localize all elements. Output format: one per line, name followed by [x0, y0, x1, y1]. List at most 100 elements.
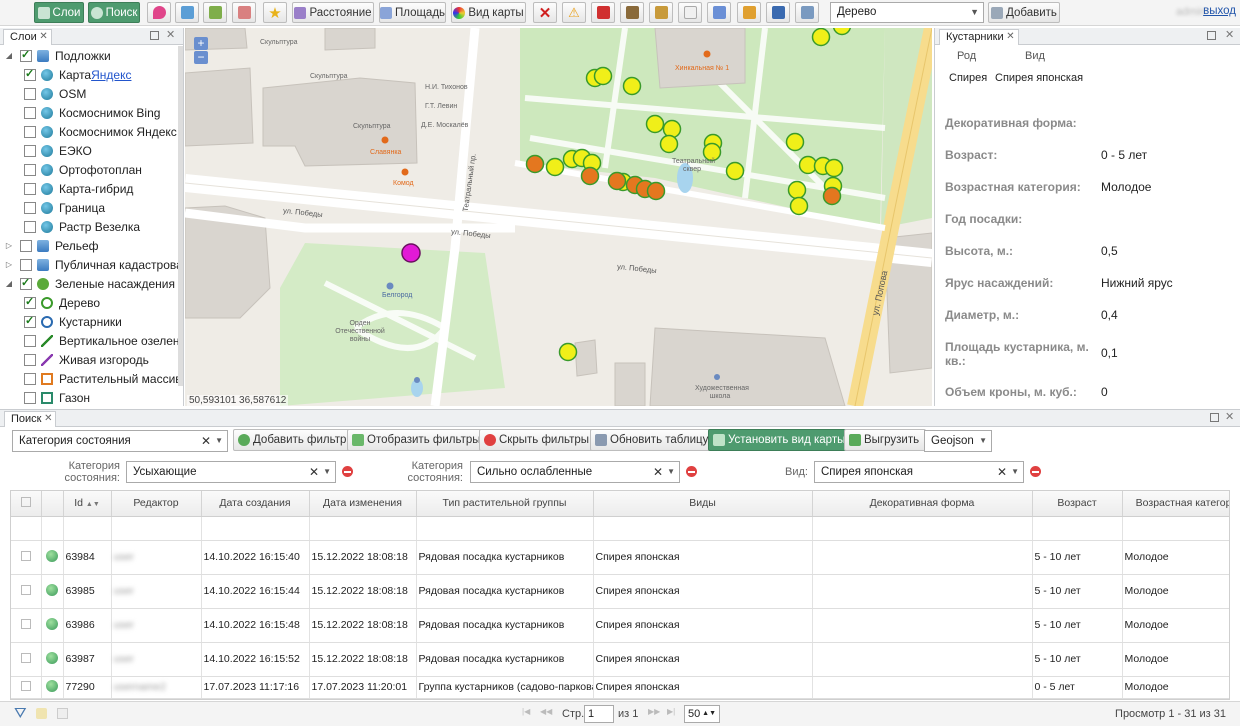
column-header-age-category[interactable]: Возрастная категори	[1122, 491, 1229, 517]
add-object-button[interactable]: Добавить	[988, 2, 1060, 23]
document-button[interactable]	[678, 2, 702, 23]
page-size-select[interactable]: 50 ▲▼	[684, 705, 720, 723]
table-row[interactable]: 77290 username2 17.07.2023 11:17:16 17.07.2…	[11, 676, 1229, 699]
maximize-icon[interactable]	[150, 31, 159, 40]
layer-link[interactable]: Яндекс	[91, 68, 131, 82]
shrub-marker-yellow[interactable]	[659, 134, 679, 154]
tab-layers[interactable]: Слои ✕	[3, 29, 52, 45]
warning-button[interactable]: ⚠	[562, 2, 586, 23]
row-select-cell[interactable]	[11, 540, 42, 575]
layer-item[interactable]: Вертикальное озелен	[0, 331, 180, 350]
add-filter-button[interactable]: Добавить фильтр	[233, 429, 354, 451]
expanded-arrow-icon[interactable]: ◢	[4, 279, 14, 288]
layer-checkbox[interactable]	[24, 106, 36, 119]
page-number-input[interactable]: 1	[584, 705, 614, 723]
layer-checkbox[interactable]	[24, 391, 36, 404]
shrub-marker-yellow[interactable]	[593, 66, 613, 86]
shrub-marker-orange[interactable]	[525, 154, 545, 174]
close-icon[interactable]: ✕	[1225, 28, 1234, 41]
shrub-marker-yellow[interactable]	[785, 132, 805, 152]
table-row[interactable]: 63984 user 14.10.2022 16:15:40 15.12.2022 1…	[11, 540, 1229, 575]
image-tool-button[interactable]	[175, 2, 199, 23]
set-map-view-button[interactable]: Установить вид карты	[708, 429, 853, 451]
maximize-icon[interactable]	[1207, 31, 1216, 40]
format-select[interactable]: Geojson ▼	[924, 430, 992, 452]
close-icon[interactable]: ✕	[1006, 30, 1014, 44]
column-header-modified[interactable]: Дата изменения	[309, 491, 417, 517]
table-row[interactable]: 63986 user 14.10.2022 16:15:48 15.12.2022 1…	[11, 608, 1229, 643]
column-header-age[interactable]: Возраст	[1032, 491, 1123, 517]
remove-filter-icon[interactable]	[1030, 466, 1041, 477]
select-all-checkbox[interactable]	[20, 496, 31, 507]
shrub-marker-yellow[interactable]	[622, 76, 642, 96]
layer-item[interactable]: ▷ Публичная кадастровая	[0, 255, 183, 274]
delete-button[interactable]: ✕	[533, 2, 557, 23]
map-view[interactable]: + − Скульптура Скульптура Скульптура Н.И…	[185, 28, 932, 406]
show-filters-button[interactable]: Отобразить фильтры	[347, 429, 488, 451]
globe-icon[interactable]	[46, 583, 58, 596]
clear-icon[interactable]: ✕	[309, 462, 319, 482]
column-header-group-type[interactable]: Тип растительной группы	[416, 491, 594, 517]
close-icon[interactable]: ✕	[1225, 410, 1234, 423]
layer-checkbox[interactable]	[20, 276, 32, 290]
column-header-decor-form[interactable]: Декоративная форма	[812, 491, 1033, 517]
globe-icon[interactable]	[46, 651, 58, 664]
row-checkbox[interactable]	[20, 680, 31, 691]
brush-button[interactable]	[707, 2, 731, 23]
flag-button[interactable]	[591, 2, 615, 23]
layer-checkbox[interactable]	[20, 239, 32, 252]
shrub-marker-orange[interactable]	[607, 171, 627, 191]
layer-item[interactable]: Карта-гибрид	[0, 179, 180, 198]
column-filter-input[interactable]	[1032, 516, 1123, 541]
field-select[interactable]: Категория состояния ✕ ▼	[12, 430, 228, 452]
layer-item[interactable]: Карта Яндекс	[0, 65, 180, 84]
row-checkbox[interactable]	[20, 652, 31, 663]
book-button[interactable]	[766, 2, 790, 23]
layer-checkbox[interactable]	[24, 201, 36, 214]
layer-checkbox[interactable]	[24, 334, 36, 347]
edit-button[interactable]	[649, 2, 673, 23]
column-header-species[interactable]: Виды	[593, 491, 813, 517]
filter-value-select[interactable]: Усыхающие ✕ ▼	[126, 461, 336, 483]
shrub-marker-yellow[interactable]	[824, 158, 844, 178]
remove-filter-icon[interactable]	[342, 466, 353, 477]
last-page-icon[interactable]: ▶|	[667, 707, 675, 716]
layer-checkbox[interactable]	[20, 258, 32, 271]
layer-item[interactable]: ▷ Рельеф	[0, 236, 180, 255]
print-tool-button[interactable]	[203, 2, 227, 23]
column-header-created[interactable]: Дата создания	[201, 491, 310, 517]
logout-link[interactable]: выход	[1203, 5, 1236, 17]
shrub-marker-orange[interactable]	[580, 166, 600, 186]
column-filter-input[interactable]	[1122, 516, 1229, 541]
clear-filter-icon[interactable]	[36, 708, 47, 719]
shrub-marker-yellow[interactable]	[545, 157, 565, 177]
column-filter-input[interactable]	[309, 516, 417, 541]
row-checkbox[interactable]	[20, 584, 31, 595]
layer-item[interactable]: Газон	[0, 388, 180, 406]
refresh-table-button[interactable]: Обновить таблицу	[590, 429, 716, 451]
layer-checkbox[interactable]	[20, 48, 32, 62]
eraser-tool-button[interactable]	[232, 2, 256, 23]
favorite-button[interactable]: ★	[263, 2, 287, 23]
row-checkbox[interactable]	[20, 550, 31, 561]
shrub-marker-yellow[interactable]	[725, 161, 745, 181]
marker-tool-button[interactable]	[147, 2, 171, 23]
filter-value-select[interactable]: Спирея японская ✕ ▼	[814, 461, 1024, 483]
filter-toggle-icon[interactable]: ⛛	[14, 705, 27, 722]
clear-icon[interactable]: ✕	[997, 462, 1007, 482]
prev-page-icon[interactable]: ◀◀	[540, 707, 552, 716]
layer-checkbox[interactable]	[24, 353, 36, 366]
column-filter-input[interactable]	[593, 516, 813, 541]
expanded-arrow-icon[interactable]: ◢	[4, 51, 14, 60]
table-row[interactable]: 63987 user 14.10.2022 16:15:52 15.12.2022 1…	[11, 642, 1229, 677]
row-select-cell[interactable]	[11, 574, 42, 609]
row-select-cell[interactable]	[11, 608, 42, 643]
layer-item[interactable]: Ортофотоплан	[0, 160, 180, 179]
shrub-marker-yellow[interactable]	[811, 28, 831, 47]
shrub-marker-yellow[interactable]	[787, 180, 807, 200]
area-button[interactable]: Площадь	[379, 2, 446, 23]
shrub-marker-orange[interactable]	[822, 186, 842, 206]
row-checkbox[interactable]	[20, 618, 31, 629]
layer-checkbox[interactable]	[24, 67, 36, 81]
search-button[interactable]: Поиск	[88, 2, 140, 23]
